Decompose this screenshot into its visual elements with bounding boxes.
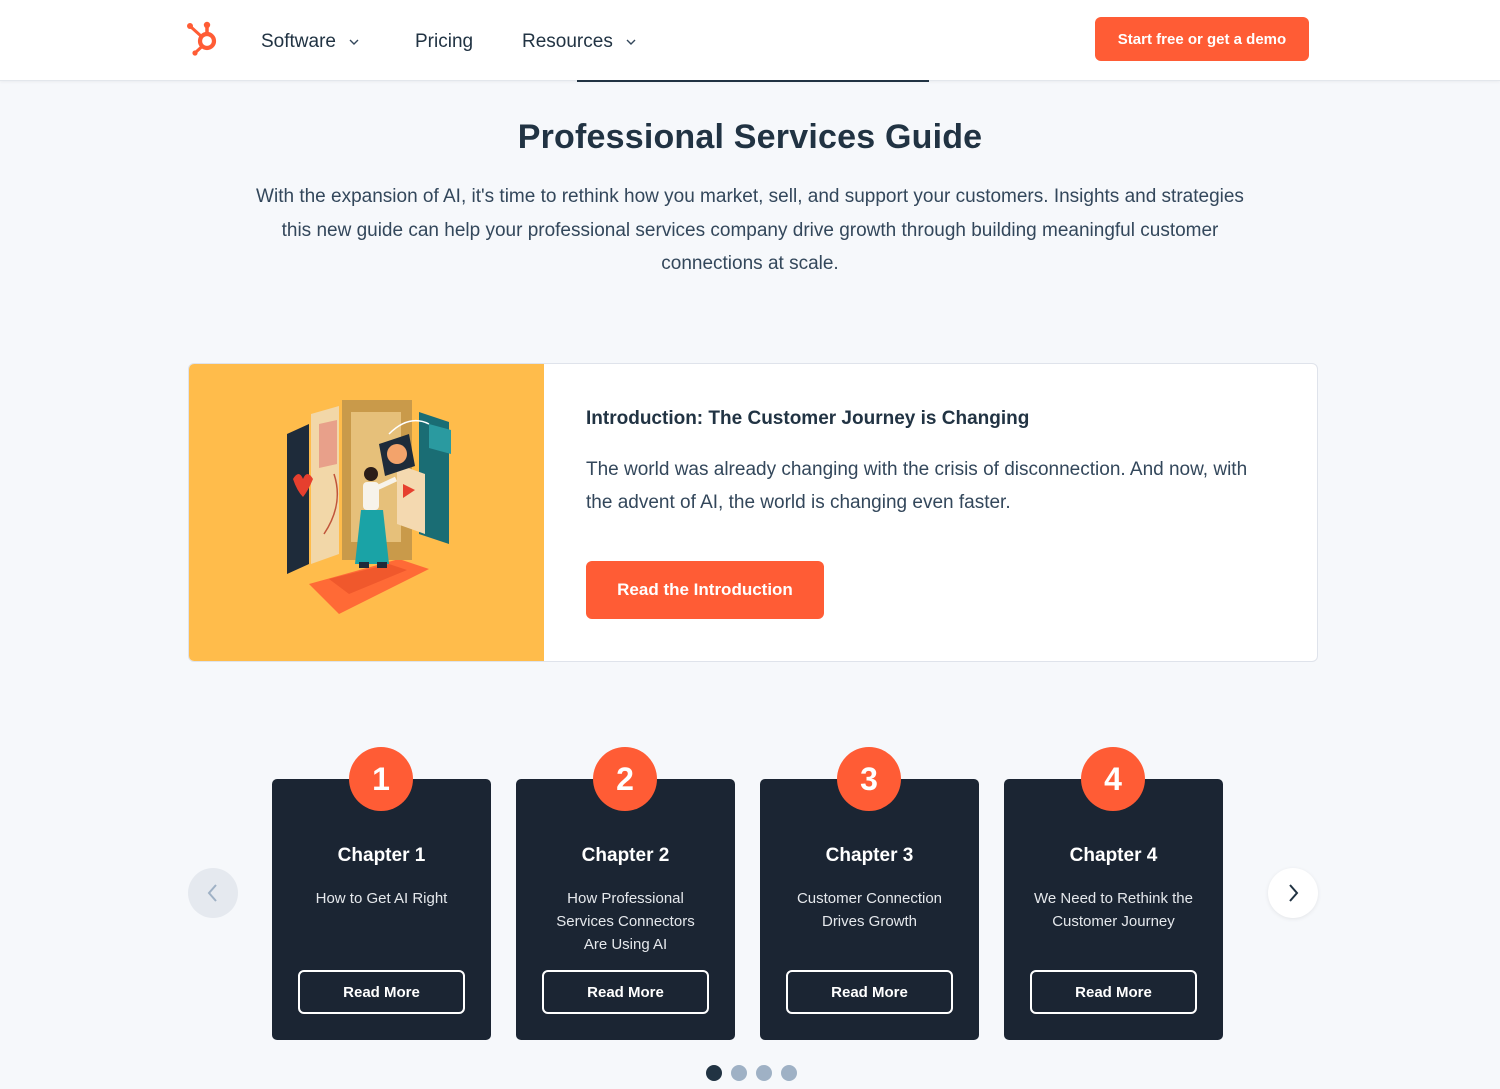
chapter-number-badge: 1 <box>349 747 413 811</box>
chapter-number-badge: 2 <box>593 747 657 811</box>
customer-journey-illustration <box>287 400 451 614</box>
intro-heading: Introduction: The Customer Journey is Ch… <box>586 408 1030 429</box>
intro-image <box>189 364 544 661</box>
nav-resources-label: Resources <box>522 31 613 52</box>
chapter-subtitle: How Professional Services Connectors Are… <box>556 890 695 953</box>
chevron-left-icon <box>207 884 217 902</box>
chapter-number-badge: 4 <box>1081 747 1145 811</box>
chapter-subtitle: How to Get AI Right <box>315 890 448 907</box>
carousel-dot-1[interactable] <box>706 1065 722 1081</box>
chapter-card-3: Chapter 3 Customer Connection Drives Gro… <box>760 779 979 1040</box>
start-free-demo-button[interactable]: Start free or get a demo <box>1095 17 1309 61</box>
carousel-dot-3[interactable] <box>756 1065 772 1081</box>
chapter-card-1: Chapter 1 How to Get AI Right Read More <box>272 779 491 1040</box>
chapter-title: Chapter 1 <box>337 845 426 866</box>
page-title: Professional Services Guide <box>517 118 983 156</box>
chapter-title: Chapter 4 <box>1069 845 1158 866</box>
nav-pricing[interactable]: Pricing <box>415 28 473 56</box>
carousel-pagination <box>706 1065 797 1081</box>
read-introduction-button[interactable]: Read the Introduction <box>586 561 824 619</box>
nav-pricing-label: Pricing <box>415 31 474 52</box>
chapter-2-read-more-button[interactable]: Read More <box>542 970 709 1014</box>
carousel-dot-4[interactable] <box>781 1065 797 1081</box>
nav-resources[interactable]: Resources <box>522 28 637 56</box>
chevron-right-icon <box>1289 884 1299 902</box>
carousel-dot-2[interactable] <box>731 1065 747 1081</box>
chapter-title: Chapter 2 <box>581 845 670 866</box>
nav-software[interactable]: Software <box>261 28 360 56</box>
chapter-1-read-more-button[interactable]: Read More <box>298 970 465 1014</box>
chevron-down-icon <box>626 39 636 45</box>
chapter-card-4: Chapter 4 We Need to Rethink the Custome… <box>1004 779 1223 1040</box>
hubspot-logo-icon[interactable] <box>186 20 222 58</box>
chapter-title: Chapter 3 <box>825 845 914 866</box>
nav-software-label: Software <box>261 31 336 52</box>
chapter-card-2: Chapter 2 How Professional Services Conn… <box>516 779 735 1040</box>
intro-text: The world was already changing with the … <box>586 459 1248 513</box>
intro-card: Introduction: The Customer Journey is Ch… <box>188 363 1318 662</box>
active-nav-indicator <box>577 80 929 82</box>
chapter-number-badge: 3 <box>837 747 901 811</box>
chapter-subtitle: Customer Connection Drives Growth <box>796 890 943 930</box>
chevron-down-icon <box>349 39 359 45</box>
site-header: Software Pricing Resources Start free or… <box>0 0 1500 81</box>
page-intro: With the expansion of AI, it's time to r… <box>256 186 1244 274</box>
chapter-subtitle: We Need to Rethink the Customer Journey <box>1034 890 1193 930</box>
carousel-next-button[interactable] <box>1268 868 1318 918</box>
carousel-prev-button[interactable] <box>188 868 238 918</box>
chapter-4-read-more-button[interactable]: Read More <box>1030 970 1197 1014</box>
chapter-3-read-more-button[interactable]: Read More <box>786 970 953 1014</box>
